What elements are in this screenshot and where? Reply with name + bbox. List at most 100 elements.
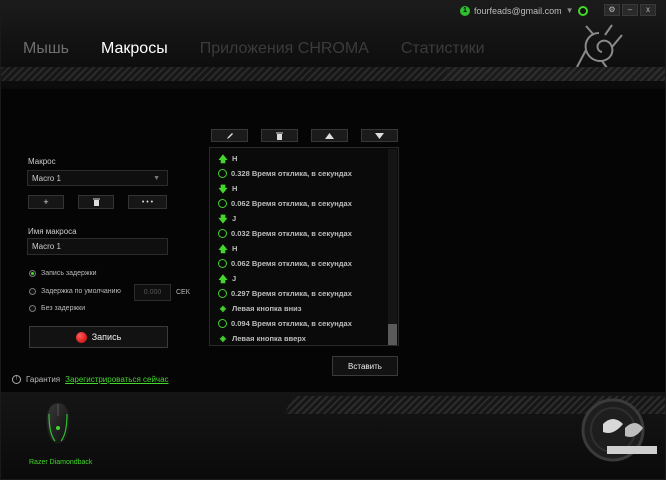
delete-step-button[interactable] [261, 129, 298, 142]
window-controls: ⚙ – x [604, 4, 656, 16]
tab-statistics[interactable]: Статистики [401, 40, 485, 58]
arrow-down-icon: 🡇 [218, 213, 228, 224]
radio-default-delay[interactable]: Задержка по умолчанию [29, 288, 121, 295]
clock-icon [218, 169, 227, 178]
pencil-icon [226, 132, 233, 139]
macro-step-list[interactable]: 🡅 H 0.328 Время отклика, в секундах 🡇 H 0.… [209, 147, 399, 346]
step-text: 0.032 Время отклика, в секундах [231, 229, 352, 238]
header-stripe-accent [441, 67, 665, 81]
list-item[interactable]: 0.062 Время отклика, в секундах [210, 256, 388, 271]
radio-no-delay[interactable]: Без задержки [29, 305, 85, 312]
radio-record-delay[interactable]: Запись задержки [29, 270, 97, 277]
list-scrollbar-thumb[interactable] [388, 324, 397, 345]
macro-select-value: Macro 1 [32, 173, 61, 183]
step-text: Левая кнопка вниз [232, 304, 302, 313]
list-item[interactable]: 🡇 J [210, 211, 388, 226]
trash-icon [92, 198, 100, 206]
record-button-label: Запись [91, 332, 122, 342]
step-text: 0.062 Время отклика, в секундах [231, 199, 352, 208]
chevron-down-icon: ▼ [153, 175, 160, 182]
list-item[interactable]: 🡅 H [210, 241, 388, 256]
account-username[interactable]: fourfeads@gmail.com [474, 6, 562, 16]
settings-button[interactable]: ⚙ [604, 4, 620, 16]
mouse-icon: ◈ [219, 333, 227, 343]
step-text: J [232, 214, 237, 223]
macro-name-label: Имя макроса [28, 227, 77, 236]
step-text: 0.094 Время отклика, в секундах [231, 319, 352, 328]
insert-button[interactable]: Вставить [332, 356, 398, 376]
site-watermark-logo [581, 398, 657, 462]
default-delay-input[interactable]: 0.000 [134, 284, 171, 301]
step-text: Левая кнопка вверх [232, 334, 306, 343]
radio-default-delay-label: Задержка по умолчанию [41, 288, 121, 295]
move-down-button[interactable] [361, 129, 398, 142]
arrow-down-icon: 🡇 [218, 183, 228, 194]
info-icon: ! [12, 375, 21, 384]
tab-macros[interactable]: Макросы [101, 40, 168, 58]
radio-icon [29, 288, 36, 295]
step-text: J [232, 274, 237, 283]
list-item[interactable]: ◈ Левая кнопка вниз [210, 301, 388, 316]
radio-icon [29, 270, 36, 277]
account-badge: 1 [460, 5, 470, 16]
tab-mouse[interactable]: Мышь [23, 40, 69, 58]
record-button[interactable]: Запись [29, 326, 168, 348]
list-item[interactable]: 🡅 H [210, 151, 388, 166]
delay-unit-label: СЕК [176, 289, 190, 296]
close-button[interactable]: x [640, 4, 656, 16]
clock-icon [218, 259, 227, 268]
clock-icon [218, 199, 227, 208]
macro-name-value: Macro 1 [32, 242, 61, 251]
step-text: 0.328 Время отклика, в секундах [231, 169, 352, 178]
move-up-button[interactable] [311, 129, 348, 142]
main-tabs: Мышь Макросы Приложения CHROMA Статистик… [23, 40, 517, 58]
top-bar: 1 fourfeads@gmail.com ▼ ⚙ – x Мышь Макро… [1, 1, 665, 89]
step-text: 0.062 Время отклика, в секундах [231, 259, 352, 268]
arrow-up-icon: 🡅 [218, 273, 228, 284]
minimize-button[interactable]: – [622, 4, 638, 16]
arrow-up-icon: 🡅 [218, 153, 228, 164]
macro-label: Макрос [28, 157, 56, 166]
list-item[interactable]: 0.062 Время отклика, в секундах [210, 196, 388, 211]
device-name[interactable]: Razer Diamondback [29, 459, 92, 466]
delete-macro-button[interactable] [78, 195, 114, 209]
step-text: 0.297 Время отклика, в секундах [231, 289, 352, 298]
list-item[interactable]: 🡅 J [210, 271, 388, 286]
trash-icon [276, 132, 283, 140]
register-now-link[interactable]: Зарегистрироваться сейчас [65, 375, 168, 384]
add-macro-button[interactable]: + [28, 195, 64, 209]
arrow-up-icon: 🡅 [218, 243, 228, 254]
tab-chroma-apps[interactable]: Приложения CHROMA [200, 40, 369, 58]
triangle-down-icon [375, 132, 384, 139]
list-item[interactable]: 0.032 Время отклика, в секундах [210, 226, 388, 241]
account-area[interactable]: 1 fourfeads@gmail.com ▼ [460, 4, 588, 17]
list-scrollbar[interactable] [388, 149, 397, 345]
warranty-label: Гарантия [26, 375, 61, 384]
edit-step-button[interactable] [211, 129, 248, 142]
radio-no-delay-label: Без задержки [41, 305, 86, 312]
record-icon [75, 331, 87, 343]
mouse-icon: ◈ [219, 303, 227, 313]
mouse-device-icon[interactable] [45, 402, 71, 444]
list-item[interactable]: 0.297 Время отклика, в секундах [210, 286, 388, 301]
list-item[interactable]: 0.094 Время отклика, в секундах [210, 316, 388, 331]
list-item[interactable]: 🡇 H [210, 181, 388, 196]
chevron-down-icon[interactable]: ▼ [566, 6, 574, 15]
clock-icon [218, 289, 227, 298]
status-ring-icon [577, 5, 588, 16]
triangle-up-icon [325, 132, 334, 139]
list-item[interactable]: ◈ Левая кнопка вверх [210, 331, 388, 345]
warranty-row: ! Гарантия Зарегистрироваться сейчас [12, 375, 169, 384]
radio-icon [29, 305, 36, 312]
razer-synapse-window: 1 fourfeads@gmail.com ▼ ⚙ – x Мышь Макро… [0, 0, 666, 480]
step-text: H [232, 154, 238, 163]
step-text: H [232, 244, 238, 253]
clock-icon [218, 319, 227, 328]
macro-name-field[interactable]: Macro 1 [27, 238, 168, 255]
list-item[interactable]: 0.328 Время отклика, в секундах [210, 166, 388, 181]
clock-icon [218, 229, 227, 238]
radio-record-delay-label: Запись задержки [41, 270, 97, 277]
more-options-button[interactable]: • • • [128, 195, 167, 209]
step-text: H [232, 184, 238, 193]
macro-select[interactable]: Macro 1 ▼ [27, 170, 168, 186]
